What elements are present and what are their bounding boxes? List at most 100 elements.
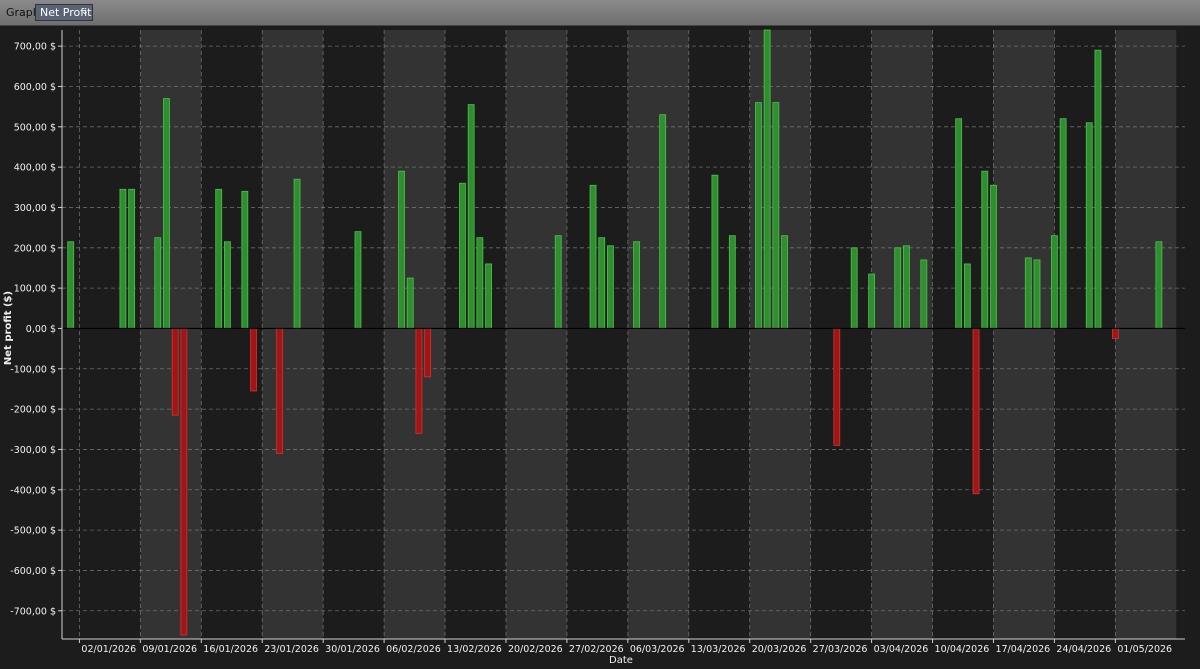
- week-band: [993, 30, 1055, 639]
- bar-positive: [476, 237, 484, 329]
- bar-positive: [955, 118, 963, 329]
- y-tick-label: 300,00 $: [14, 203, 56, 214]
- bar-positive: [119, 188, 127, 329]
- bar-positive: [607, 245, 614, 329]
- bar-positive: [163, 98, 170, 329]
- bar-negative: [276, 328, 284, 454]
- x-tick-label: 17/04/2026: [995, 644, 1050, 655]
- bar-positive: [755, 102, 762, 329]
- bar-positive: [589, 184, 597, 329]
- week-band: [262, 30, 324, 639]
- week-band: [871, 30, 933, 639]
- bar-positive: [241, 190, 249, 329]
- y-tick-label: -300,00 $: [10, 445, 56, 456]
- y-tick-label: -600,00 $: [10, 566, 56, 577]
- bar-positive: [154, 237, 162, 329]
- bar-positive: [1051, 235, 1058, 329]
- bar-positive: [868, 273, 876, 329]
- x-tick-label: 06/03/2026: [630, 644, 685, 655]
- bar-positive: [903, 245, 910, 329]
- bar-positive: [215, 188, 223, 329]
- net-profit-chart: 700,00 $ 600,00 $ 500,00 $ 400,00 $ 300,00 $…: [3, 29, 1185, 666]
- y-tick-label: -100,00 $: [10, 364, 56, 375]
- bar-positive: [781, 235, 788, 329]
- bar-positive: [406, 277, 414, 329]
- x-tick-label: 27/02/2026: [569, 644, 624, 655]
- week-band: [505, 30, 567, 639]
- bar-positive: [459, 182, 466, 329]
- chevron-down-icon: ⌄: [80, 6, 89, 17]
- y-tick-label: 0,00 $: [26, 324, 56, 335]
- bar-positive: [224, 241, 231, 329]
- bar-negative: [250, 328, 257, 392]
- week-band: [1115, 30, 1177, 639]
- bar-positive: [990, 184, 997, 329]
- bar-positive: [598, 237, 606, 329]
- bar-negative: [1111, 328, 1119, 339]
- bar-positive: [728, 235, 736, 329]
- bar-positive: [1033, 259, 1041, 329]
- bar-positive: [850, 247, 858, 329]
- y-tick-label: -500,00 $: [10, 526, 56, 537]
- bar-negative: [180, 328, 188, 636]
- x-tick-label: 10/04/2026: [935, 644, 990, 655]
- bar-positive: [1085, 122, 1093, 329]
- y-tick-label: 100,00 $: [14, 284, 56, 295]
- bar-negative: [833, 328, 841, 446]
- y-tick-label: 700,00 $: [14, 42, 56, 53]
- x-tick-label: 16/01/2026: [203, 644, 258, 655]
- x-tick-label: 13/03/2026: [691, 644, 746, 655]
- x-tick-label: 01/05/2026: [1117, 644, 1172, 655]
- x-tick-label: 20/02/2026: [508, 644, 563, 655]
- bar-positive: [485, 263, 492, 329]
- bar-negative: [972, 328, 980, 495]
- week-band: [140, 30, 202, 639]
- bar-positive: [633, 241, 640, 329]
- y-tick-label: -400,00 $: [10, 485, 56, 496]
- y-tick-label: 400,00 $: [14, 163, 56, 174]
- x-tick-label: 02/01/2026: [81, 644, 136, 655]
- bar-positive: [981, 170, 989, 329]
- bar-positive: [763, 29, 771, 329]
- x-tick-label: 13/02/2026: [447, 644, 502, 655]
- bar-negative: [424, 328, 432, 378]
- bar-positive: [894, 247, 902, 329]
- x-tick-label: 27/03/2026: [813, 644, 868, 655]
- y-tick-labels: 700,00 $ 600,00 $ 500,00 $ 400,00 $ 300,00 $…: [10, 42, 62, 617]
- y-axis-label: Net profit ($): [3, 291, 14, 365]
- week-band: [627, 30, 689, 639]
- x-tick-label: 23/01/2026: [264, 644, 319, 655]
- y-tick-label: -700,00 $: [10, 606, 56, 617]
- x-tick-label: 03/04/2026: [874, 644, 929, 655]
- x-tick-label: 06/02/2026: [386, 644, 441, 655]
- bar-positive: [128, 188, 136, 329]
- bar-positive: [398, 170, 405, 329]
- bar-positive: [1094, 49, 1102, 329]
- bar-positive: [711, 174, 719, 329]
- y-tick-label: 200,00 $: [14, 243, 56, 254]
- bar-positive: [1059, 118, 1067, 329]
- bar-positive: [659, 114, 667, 329]
- bar-positive: [963, 263, 971, 329]
- toolbar: Graph Net Profit ⌄: [0, 0, 1200, 26]
- bar-negative: [171, 328, 179, 416]
- x-tick-label: 24/04/2026: [1056, 644, 1111, 655]
- x-axis-label: Date: [609, 655, 633, 666]
- week-band: [384, 30, 446, 639]
- y-tick-label: 500,00 $: [14, 122, 56, 133]
- bar-positive: [354, 231, 362, 329]
- graph-select[interactable]: Net Profit ⌄: [35, 4, 93, 21]
- bar-positive: [920, 259, 928, 329]
- bar-positive: [293, 178, 301, 329]
- x-tick-label: 20/03/2026: [752, 644, 807, 655]
- bar-positive: [67, 241, 75, 329]
- bar-positive: [1024, 257, 1032, 329]
- x-tick-labels: 02/01/2026 09/01/2026 16/01/2026 23/01/2026…: [78, 639, 1172, 655]
- x-tick-label: 09/01/2026: [142, 644, 197, 655]
- bar-positive: [554, 235, 562, 329]
- week-bands: [140, 30, 1177, 639]
- y-tick-label: 600,00 $: [14, 82, 56, 93]
- x-tick-label: 30/01/2026: [325, 644, 380, 655]
- bar-positive: [467, 104, 475, 329]
- bar-negative: [415, 328, 423, 434]
